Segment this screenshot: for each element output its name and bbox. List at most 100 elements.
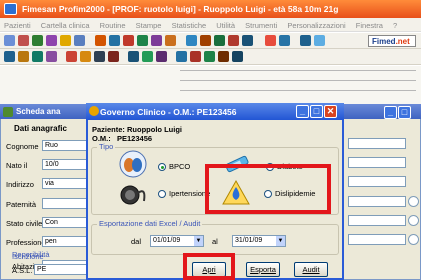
- paternita-label: Paternità: [6, 200, 37, 209]
- right-field-5[interactable]: [348, 215, 406, 226]
- fimed-net-logo[interactable]: Fimed.net: [368, 35, 416, 47]
- scissors-icon[interactable]: [190, 51, 201, 62]
- dal-label: dal: [131, 237, 142, 246]
- print-icon[interactable]: [279, 35, 290, 46]
- esporta-label: Esporta: [250, 265, 276, 274]
- menu-item-statistiche[interactable]: Statistiche: [172, 21, 207, 30]
- menu-item-cartella[interactable]: Cartella clinica: [41, 21, 90, 30]
- bottle-icon[interactable]: [80, 51, 91, 62]
- dialog-title: Governo Clinico - O.M.: PE123456: [100, 107, 237, 117]
- dialog-maximize-button[interactable]: □: [310, 105, 323, 118]
- cross-icon[interactable]: [204, 51, 215, 62]
- lookup-button-1[interactable]: [408, 196, 419, 207]
- right-field-3[interactable]: [348, 176, 406, 187]
- edit-icon[interactable]: [186, 35, 197, 46]
- check-icon[interactable]: [137, 35, 148, 46]
- radio-bpco-label: BPCO: [169, 162, 191, 171]
- menu-item-routine[interactable]: Routine: [100, 21, 126, 30]
- hospital-icon[interactable]: [176, 51, 187, 62]
- patient-label: Paziente: Ruoppolo Luigi: [92, 125, 182, 134]
- menu-item-help[interactable]: ?: [393, 21, 397, 30]
- save-icon[interactable]: [18, 35, 29, 46]
- menu-item-finestra[interactable]: Finestra: [356, 21, 383, 30]
- medal-icon[interactable]: [218, 51, 229, 62]
- dal-date-picker[interactable]: 01/01/09 ▼: [150, 235, 204, 247]
- disk-icon[interactable]: [156, 51, 167, 62]
- group-icon[interactable]: [46, 35, 57, 46]
- audit-button[interactable]: Audit: [294, 262, 328, 277]
- cognome-label: Cognome: [6, 142, 39, 151]
- notes-icon[interactable]: [32, 51, 43, 62]
- close-doc-icon[interactable]: [265, 35, 276, 46]
- window-icon[interactable]: [314, 35, 325, 46]
- blood-pressure-icon: [120, 185, 146, 205]
- grid-icon[interactable]: [4, 51, 15, 62]
- dialog-app-icon: [89, 106, 99, 116]
- right-field-2[interactable]: [348, 157, 406, 168]
- indirizzo-label: Indirizzo: [6, 180, 34, 189]
- professione-label: Professione: [6, 238, 46, 247]
- pill-icon[interactable]: [151, 35, 162, 46]
- phone-icon[interactable]: [128, 51, 139, 62]
- chart-icon[interactable]: [109, 35, 120, 46]
- radio-ipertensione[interactable]: [158, 190, 166, 198]
- dialog-close-button[interactable]: ✕: [324, 105, 337, 118]
- nato-il-field[interactable]: 10/0: [42, 159, 88, 170]
- scheda-app-icon: [3, 107, 13, 117]
- user-icon[interactable]: [32, 35, 43, 46]
- asl-field[interactable]: PE: [34, 264, 88, 275]
- menu-item-utilita[interactable]: Utilità: [216, 21, 235, 30]
- book-icon[interactable]: [18, 51, 29, 62]
- tube-icon[interactable]: [94, 51, 105, 62]
- app-titlebar: Fimesan Profim2000 - [PROF: ruotolo luig…: [0, 0, 421, 18]
- right-field-1[interactable]: [348, 138, 406, 149]
- menu-item-personalizzazioni[interactable]: Personalizzazioni: [287, 21, 345, 30]
- highlight-dislipidemie: [205, 164, 331, 214]
- right-field-6[interactable]: [348, 234, 406, 245]
- dialog-minimize-button[interactable]: _: [296, 105, 309, 118]
- tools-icon[interactable]: [165, 35, 176, 46]
- alert-icon[interactable]: [228, 35, 239, 46]
- esporta-button[interactable]: Esporta: [246, 262, 280, 277]
- lookup-button-3[interactable]: [408, 234, 419, 245]
- chevron-down-icon[interactable]: ▼: [276, 236, 285, 246]
- chevron-down-icon[interactable]: ▼: [194, 236, 203, 246]
- menu-item-strumenti[interactable]: Strumenti: [245, 21, 277, 30]
- scheda-title: Scheda ana: [16, 107, 61, 116]
- stato-civile-field[interactable]: Con: [42, 217, 88, 228]
- prescription-icon[interactable]: [95, 35, 106, 46]
- folder-icon[interactable]: [60, 35, 71, 46]
- professione-field[interactable]: pen: [42, 236, 88, 247]
- indirizzo-field[interactable]: via: [42, 178, 88, 189]
- monitor-icon[interactable]: [300, 35, 311, 46]
- users-icon[interactable]: [46, 51, 57, 62]
- radio-bpco[interactable]: [158, 163, 166, 171]
- graph-icon[interactable]: [200, 35, 211, 46]
- cert-icon[interactable]: [108, 51, 119, 62]
- paternita-field[interactable]: [42, 198, 88, 209]
- section-title: Dati anagrafic: [14, 124, 67, 133]
- menu-item-stampe[interactable]: Stampe: [136, 21, 162, 30]
- dal-value: 01/01/09: [153, 237, 181, 244]
- lookup-button-2[interactable]: [408, 215, 419, 226]
- calendar-icon[interactable]: [74, 35, 85, 46]
- gear-icon[interactable]: [232, 51, 243, 62]
- toolbar-main: Fimed.net: [0, 33, 421, 49]
- scheda-maximize-button[interactable]: □: [398, 106, 411, 119]
- menu-item-pazienti[interactable]: Pazienti: [4, 21, 31, 30]
- report-icon[interactable]: [242, 35, 253, 46]
- al-value: 31/01/09: [235, 237, 263, 244]
- drug-icon[interactable]: [66, 51, 77, 62]
- lab-icon[interactable]: [214, 35, 225, 46]
- iscrizione-label: Iscrizione: [12, 252, 44, 261]
- scheda-minimize-button[interactable]: _: [384, 106, 397, 119]
- dialog-titlebar[interactable]: Governo Clinico - O.M.: PE123456 _ □ ✕: [86, 103, 344, 120]
- money-icon[interactable]: [142, 51, 153, 62]
- stato-civile-label: Stato civile: [6, 219, 43, 228]
- right-field-4[interactable]: [348, 196, 406, 207]
- cognome-field[interactable]: Ruo: [42, 140, 88, 151]
- open-icon[interactable]: [4, 35, 15, 46]
- stop-icon[interactable]: [123, 35, 134, 46]
- al-date-picker[interactable]: 31/01/09 ▼: [232, 235, 286, 247]
- brand-part1: Fimed: [372, 37, 396, 46]
